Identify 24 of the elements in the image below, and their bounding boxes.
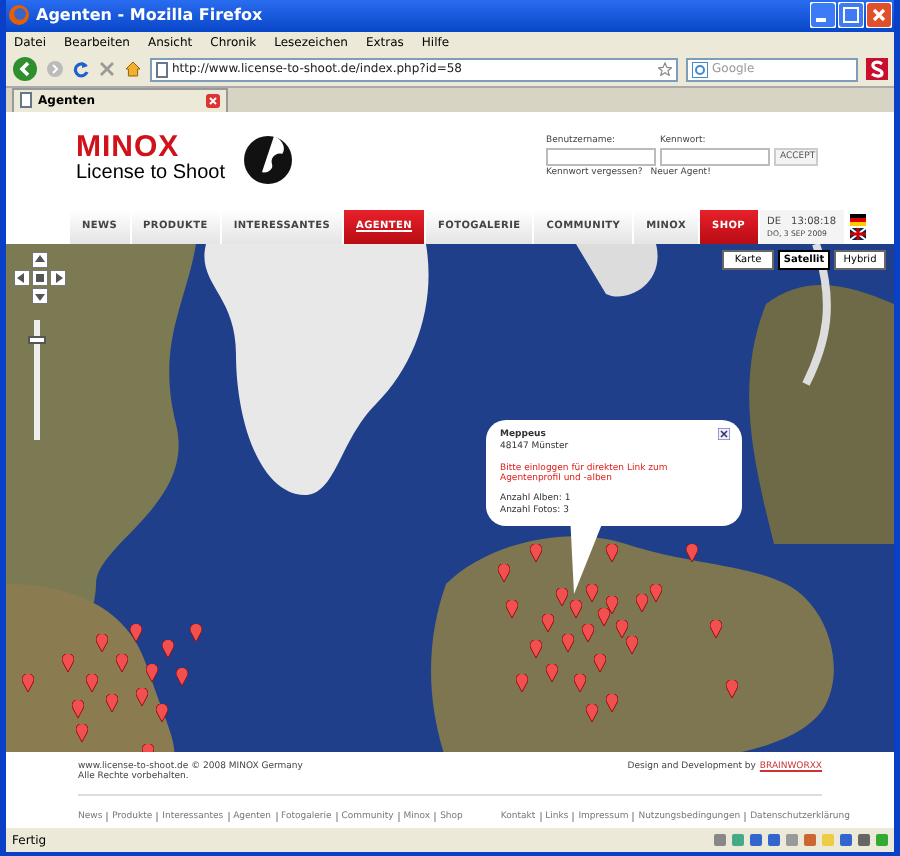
page-icon <box>20 92 32 109</box>
uk-flag-icon[interactable] <box>850 227 867 240</box>
forward-icon[interactable] <box>46 60 64 79</box>
back-icon[interactable] <box>12 56 38 83</box>
tab-close-icon[interactable] <box>206 93 220 108</box>
stop-icon[interactable] <box>98 60 116 79</box>
star-icon[interactable] <box>658 62 672 77</box>
tagline: License to Shoot <box>76 161 225 184</box>
maximize-icon[interactable] <box>838 2 864 29</box>
username-field[interactable] <box>546 148 656 167</box>
home-icon[interactable] <box>124 60 142 79</box>
password-field[interactable] <box>660 148 770 167</box>
search-engine-icon <box>692 61 708 78</box>
zoom-slider-thumb[interactable] <box>28 336 46 345</box>
window-title: Agenten - Mozilla Firefox <box>36 6 265 25</box>
satellite-map-drawing[interactable] <box>6 243 894 753</box>
zoom-slider[interactable] <box>34 319 40 440</box>
reload-icon[interactable] <box>72 60 90 79</box>
page-icon <box>156 61 168 78</box>
brand-logo: MINOX <box>76 131 180 162</box>
minimize-icon[interactable] <box>810 2 836 29</box>
german-flag-icon[interactable] <box>850 213 867 226</box>
addon-icon[interactable] <box>866 58 888 81</box>
close-icon[interactable] <box>718 427 730 440</box>
